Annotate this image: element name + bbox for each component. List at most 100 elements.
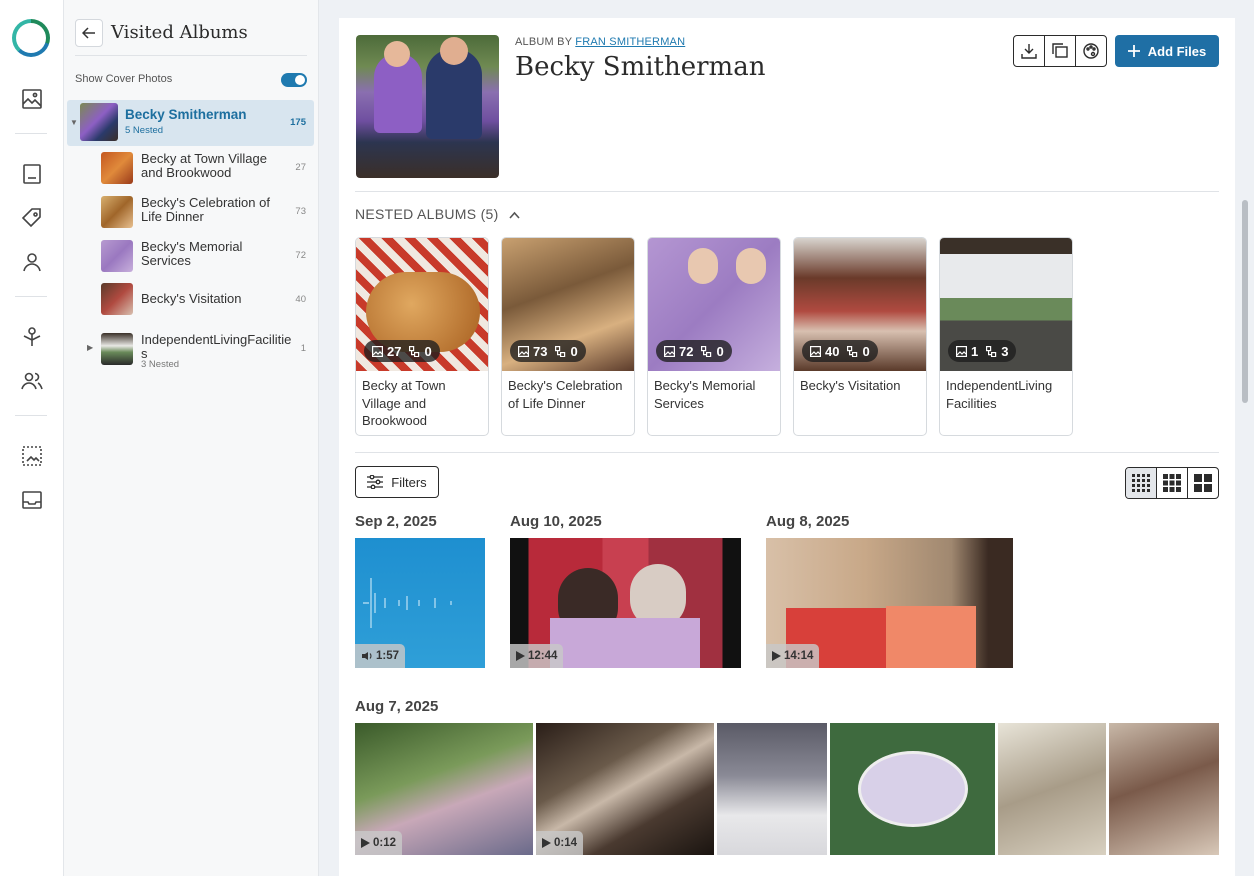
media-tile-video[interactable]: 0:14	[536, 723, 714, 855]
download-button[interactable]	[1014, 36, 1045, 66]
grid-large-button[interactable]	[1188, 468, 1218, 498]
album-name: IndependentLivingFacilities	[141, 332, 292, 361]
divider	[355, 191, 1219, 192]
photo-count: 27	[387, 343, 402, 359]
grid-small-button[interactable]	[1126, 468, 1157, 498]
nested-icon	[986, 345, 997, 357]
photo-icon	[810, 345, 821, 357]
media-tile-video[interactable]: 12:44	[510, 538, 741, 668]
nested-count: 0	[716, 343, 724, 359]
duration-label: 12:44	[528, 650, 558, 662]
divider	[15, 415, 47, 416]
family-tree-icon[interactable]	[20, 325, 44, 349]
grid-medium-button[interactable]	[1157, 468, 1188, 498]
nested-count: 3 Nested	[141, 359, 180, 370]
sidebar-album-visitation[interactable]: Becky's Visitation 40	[67, 277, 314, 323]
media-tile-video[interactable]: 0:12	[355, 723, 533, 855]
nested-album-name: Becky's Celebration of Life Dinner	[508, 378, 623, 411]
photo-count: 40	[825, 343, 840, 359]
chevron-right-icon[interactable]: ▶	[87, 343, 93, 352]
media-tile-photo[interactable]	[1109, 723, 1219, 855]
photo-icon	[664, 345, 675, 357]
sliders-icon	[367, 475, 384, 489]
copy-album-button[interactable]	[1045, 36, 1076, 66]
grid-large-icon	[1194, 474, 1212, 492]
date-heading: Aug 7, 2025	[355, 698, 439, 715]
nested-count: 3	[1001, 343, 1009, 359]
media-tile-video[interactable]: 14:14	[766, 538, 1013, 668]
stories-icon[interactable]	[20, 162, 44, 186]
nested-album-card[interactable]: 73 0 Becky's Celebration of Life Dinner	[501, 237, 635, 436]
album-toolbar	[1013, 35, 1107, 67]
add-files-label: Add Files	[1147, 43, 1207, 59]
show-cover-label: Show Cover Photos	[75, 73, 173, 85]
nested-album-card[interactable]: 72 0 Becky's Memorial Services	[647, 237, 781, 436]
add-files-button[interactable]: Add Files	[1115, 35, 1219, 67]
nested-album-name: IndependentLiving Facilities	[946, 378, 1053, 411]
media-tile-audio[interactable]: 1:57	[355, 538, 485, 668]
nested-album-card[interactable]: 1 3 IndependentLiving Facilities	[939, 237, 1073, 436]
play-icon	[542, 838, 551, 848]
date-heading: Sep 2, 2025	[355, 513, 437, 530]
author-link[interactable]: FRAN SMITHERMAN	[575, 36, 685, 48]
photo-count: 1	[971, 343, 979, 359]
sidebar-album-celebration-of-life[interactable]: Becky's Celebration of Life Dinner 73	[67, 190, 314, 236]
copy-icon	[1052, 43, 1068, 58]
media-tile-photo[interactable]	[830, 723, 995, 855]
tags-icon[interactable]	[20, 206, 44, 230]
sidebar-album-town-village[interactable]: Becky at Town Village and Brookwood 27	[67, 146, 314, 192]
album-counts-badge: 1 3	[948, 340, 1017, 362]
chevron-down-icon[interactable]: ▼	[70, 118, 78, 127]
nested-albums-toggle[interactable]: NESTED ALBUMS (5)	[355, 206, 520, 222]
play-icon	[772, 651, 781, 661]
sidebar-album-memorial-services[interactable]: Becky's Memorial Services 72	[67, 234, 314, 280]
divider	[15, 296, 47, 297]
duration-label: 1:57	[376, 650, 400, 662]
media-tile-photo[interactable]	[717, 723, 827, 855]
album-counts-badge: 73 0	[510, 340, 586, 362]
arrow-left-icon	[82, 27, 95, 39]
grid-medium-icon	[1163, 474, 1181, 492]
back-button[interactable]	[75, 19, 103, 47]
duration-badge: 1:57	[355, 644, 406, 668]
duration-badge: 0:14	[536, 831, 584, 855]
palette-icon	[1083, 43, 1099, 59]
filters-button[interactable]: Filters	[355, 466, 439, 498]
people-icon[interactable]	[20, 369, 44, 393]
album-sidebar: Visited Albums Show Cover Photos ▼ Becky…	[64, 0, 319, 876]
album-thumbnail	[101, 333, 133, 365]
nested-icon	[847, 345, 858, 357]
photos-icon[interactable]	[20, 87, 44, 111]
album-thumbnail	[101, 240, 133, 272]
nested-album-card[interactable]: 40 0 Becky's Visitation	[793, 237, 927, 436]
album-thumbnail	[80, 103, 118, 141]
nested-album-name: Becky at Town Village and Brookwood	[362, 378, 446, 428]
divider	[15, 133, 47, 134]
item-count: 72	[295, 250, 306, 261]
photo-icon	[956, 345, 967, 357]
scrollbar-thumb[interactable]	[1242, 200, 1248, 403]
icon-rail	[0, 0, 64, 876]
logo-icon[interactable]	[12, 19, 50, 57]
nested-icon	[701, 345, 712, 357]
album-thumbnail	[101, 283, 133, 315]
photo-icon	[372, 345, 383, 357]
theme-button[interactable]	[1076, 36, 1106, 66]
item-count: 27	[295, 162, 306, 173]
album-thumbnail	[101, 196, 133, 228]
inbox-icon[interactable]	[20, 488, 44, 512]
item-count: 175	[290, 117, 306, 128]
album-counts-badge: 40 0	[802, 340, 878, 362]
sidebar-album-becky-smitherman[interactable]: ▼ Becky Smitherman 5 Nested 175	[67, 100, 314, 146]
chevron-up-icon	[509, 211, 520, 219]
nested-album-card[interactable]: 27 0 Becky at Town Village and Brookwood	[355, 237, 489, 436]
person-icon[interactable]	[20, 250, 44, 274]
media-tile-photo[interactable]	[998, 723, 1106, 855]
album-name: Becky's Visitation	[141, 291, 242, 306]
sidebar-album-independent-living[interactable]: ▶ IndependentLivingFacilities 3 Nested 1	[67, 327, 314, 373]
item-count: 1	[300, 343, 306, 354]
show-cover-toggle[interactable]	[281, 73, 307, 87]
scan-icon[interactable]	[20, 444, 44, 468]
item-count: 73	[295, 206, 306, 217]
nested-count: 0	[424, 343, 432, 359]
